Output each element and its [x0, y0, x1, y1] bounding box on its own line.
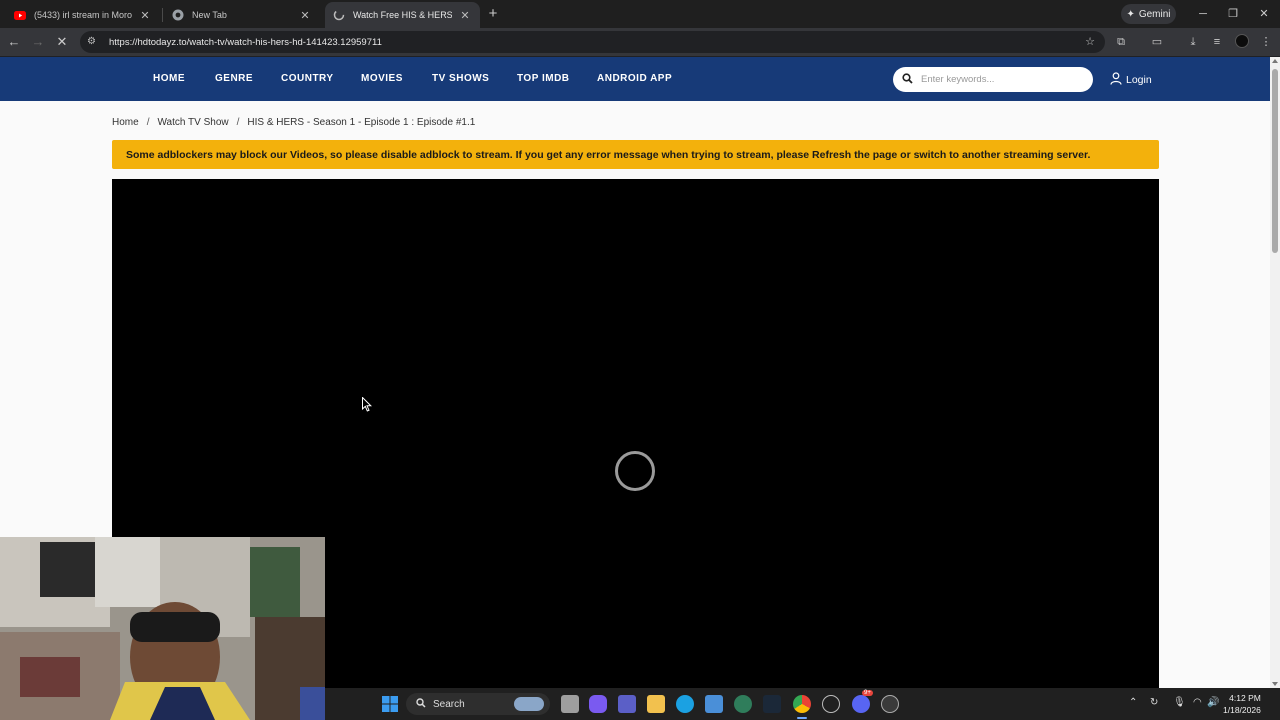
breadcrumb-current-episode: HIS & HERS - Season 1 - Episode 1 : Epis…	[247, 117, 476, 128]
close-tab-icon[interactable]: ✕	[138, 8, 152, 22]
microphone-icon[interactable]: 🎙	[1173, 697, 1186, 708]
gemini-label: Gemini	[1138, 8, 1171, 20]
nav-android-app[interactable]: ANDROID APP	[597, 73, 672, 84]
sparkle-icon: ✦	[1126, 8, 1135, 20]
taskbar-search[interactable]: Search	[406, 693, 550, 715]
discord-badge: 9+	[862, 690, 873, 696]
gemini-button[interactable]: ✦ Gemini	[1121, 4, 1176, 24]
adblock-notice-text: Some adblockers may block our Videos, so…	[126, 148, 1091, 161]
user-icon	[1110, 72, 1122, 88]
obs-icon[interactable]	[822, 695, 840, 713]
nav-top-imdb[interactable]: TOP IMDB	[517, 73, 570, 84]
cast-icon[interactable]: ▭	[1149, 34, 1165, 50]
breadcrumb-watch-tv-show[interactable]: Watch TV Show	[157, 117, 228, 128]
breadcrumb-separator: /	[236, 117, 240, 128]
globe-app-icon[interactable]	[734, 695, 752, 713]
scrollbar-thumb[interactable]	[1272, 69, 1278, 253]
webcam-image	[0, 537, 325, 720]
extensions-icon[interactable]: ⧉	[1113, 34, 1129, 50]
bookmark-star-icon[interactable]: ☆	[1085, 35, 1095, 48]
clock-time: 4:12 PM	[1229, 693, 1261, 703]
windows-taskbar: Search 9+ ⌃ ↻ 🎙 ◠ 🔊 4:12 PM 1/18/2026	[325, 688, 1280, 720]
mouse-cursor-icon	[362, 396, 373, 417]
nav-tv-shows[interactable]: TV SHOWS	[432, 73, 489, 84]
taskbar-search-label: Search	[433, 698, 465, 710]
tab-divider	[162, 8, 163, 22]
forward-icon[interactable]: →	[29, 33, 47, 51]
active-app-indicator	[797, 717, 807, 719]
loading-icon	[333, 9, 345, 21]
restore-icon[interactable]: ❐	[1224, 5, 1242, 23]
tray-overflow-icon[interactable]: ⌃	[1129, 697, 1137, 708]
chrome-icon	[172, 9, 184, 21]
breadcrumb-home[interactable]: Home	[112, 117, 139, 128]
wifi-icon[interactable]: ◠	[1193, 697, 1202, 708]
windows-start-icon[interactable]	[381, 695, 399, 713]
file-explorer-icon[interactable]	[647, 695, 665, 713]
menu-kebab-icon[interactable]: ⋮	[1258, 34, 1274, 50]
taskbar-clock[interactable]: 4:12 PM 1/18/2026	[1223, 692, 1261, 716]
sync-icon[interactable]: ↻	[1150, 697, 1158, 708]
nav-home[interactable]: HOME	[153, 73, 185, 84]
tab-title: New Tab	[192, 10, 227, 20]
minimize-icon[interactable]: ─	[1194, 5, 1212, 23]
nav-genre[interactable]: GENRE	[215, 73, 253, 84]
store-icon[interactable]	[705, 695, 723, 713]
youtube-icon	[14, 9, 26, 21]
clock-date: 1/18/2026	[1223, 705, 1261, 715]
new-tab-button[interactable]: +	[484, 5, 502, 23]
nav-movies[interactable]: MOVIES	[361, 73, 403, 84]
media-icon[interactable]: ≡	[1209, 34, 1225, 50]
tab-youtube[interactable]: (5433) irl stream in Morocco ✕	[6, 2, 160, 28]
task-view-icon[interactable]	[561, 695, 579, 713]
discord-icon[interactable]: 9+	[852, 690, 873, 713]
close-tab-icon[interactable]: ✕	[458, 8, 472, 22]
address-bar[interactable]: ⚙ https://hdtodayz.to/watch-tv/watch-his…	[80, 31, 1105, 53]
close-tab-icon[interactable]: ✕	[298, 8, 312, 22]
copilot-icon[interactable]	[589, 695, 607, 713]
breadcrumb: Home / Watch TV Show / HIS & HERS - Seas…	[112, 117, 475, 128]
browser-toolbar: ← → ✕ ⚙ https://hdtodayz.to/watch-tv/wat…	[0, 28, 1280, 56]
site-navbar: HOME GENRE COUNTRY MOVIES TV SHOWS TOP I…	[0, 57, 1270, 101]
breadcrumb-separator: /	[146, 117, 150, 128]
back-icon[interactable]: ←	[5, 33, 23, 51]
profile-avatar[interactable]	[1235, 34, 1249, 48]
scroll-up-icon[interactable]	[1272, 59, 1278, 63]
login-label: Login	[1126, 74, 1152, 86]
search-icon	[416, 697, 426, 711]
steam-icon[interactable]	[763, 695, 781, 713]
search-icon[interactable]	[902, 71, 916, 89]
webcam-overlay	[0, 537, 325, 720]
tab-watch-his-hers[interactable]: Watch Free HIS & HERS TV Shows ✕	[325, 2, 480, 28]
media-player-icon[interactable]	[881, 695, 899, 713]
tab-title: (5433) irl stream in Morocco	[34, 10, 132, 20]
search-box	[893, 67, 1093, 92]
volume-icon[interactable]: 🔊	[1207, 697, 1219, 708]
browser-tab-strip: (5433) irl stream in Morocco ✕ New Tab ✕…	[0, 0, 1280, 28]
loading-spinner	[615, 451, 655, 491]
tab-new-tab[interactable]: New Tab ✕	[164, 2, 320, 28]
download-icon[interactable]: ⤓	[1185, 34, 1201, 50]
search-input[interactable]	[921, 74, 1081, 85]
close-window-icon[interactable]: ✕	[1255, 5, 1273, 23]
page-scrollbar[interactable]	[1270, 57, 1280, 688]
login-button[interactable]: Login	[1110, 72, 1152, 88]
url-text: https://hdtodayz.to/watch-tv/watch-his-h…	[109, 36, 382, 48]
site-info-icon[interactable]: ⚙	[87, 36, 99, 48]
adblock-notice: Some adblockers may block our Videos, so…	[112, 140, 1159, 169]
stop-icon[interactable]: ✕	[53, 33, 71, 51]
scroll-down-icon[interactable]	[1272, 682, 1278, 686]
nav-country[interactable]: COUNTRY	[281, 73, 334, 84]
teams-icon[interactable]	[618, 695, 636, 713]
search-highlight-icon	[514, 697, 544, 711]
edge-icon[interactable]	[676, 695, 694, 713]
chrome-taskbar-icon[interactable]	[793, 695, 811, 713]
tab-title: Watch Free HIS & HERS TV Shows	[353, 10, 452, 20]
